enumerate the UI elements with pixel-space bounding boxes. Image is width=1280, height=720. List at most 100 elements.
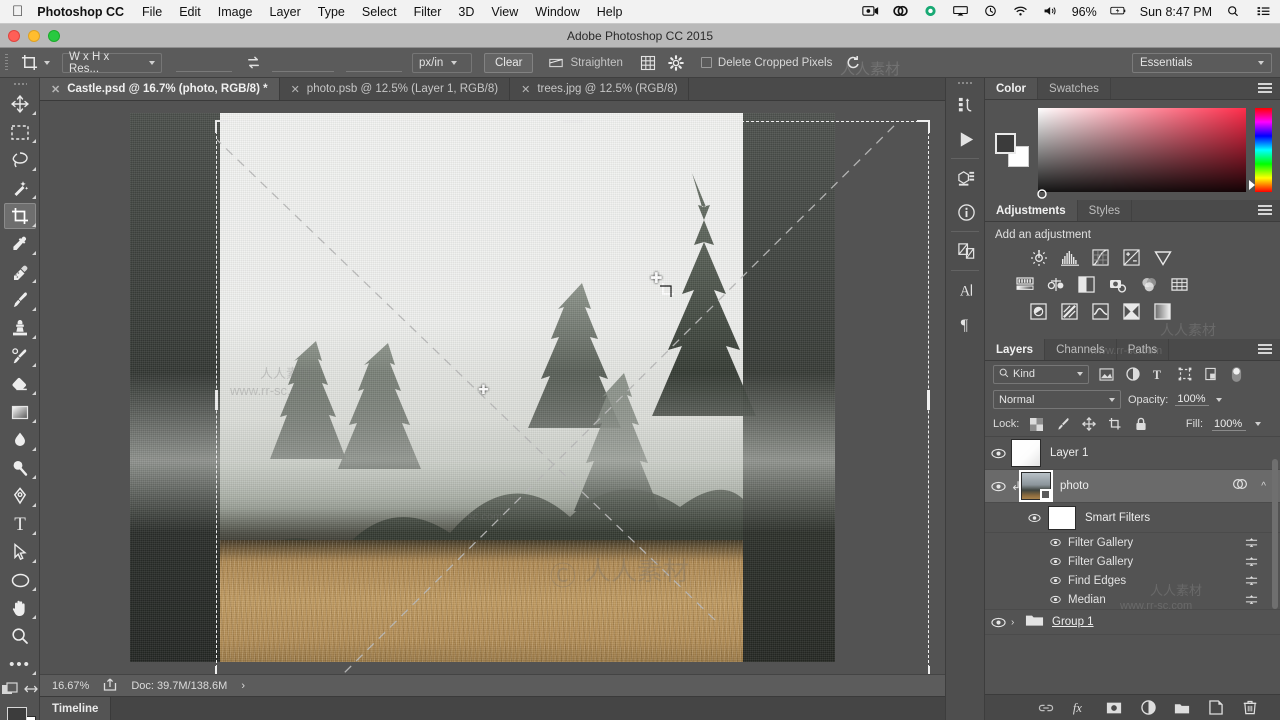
filter-visibility-icon[interactable]: [1047, 557, 1063, 566]
filter-type-icon[interactable]: T: [1150, 366, 1167, 383]
layer-visibility-icon[interactable]: [985, 617, 1011, 628]
color-balance-icon[interactable]: [1046, 275, 1065, 294]
layer-visibility-icon[interactable]: [985, 481, 1011, 492]
table-row[interactable]: Smart Filters: [985, 503, 1280, 533]
crop-handle-bottom-right[interactable]: [917, 666, 930, 674]
wifi-icon[interactable]: [1012, 5, 1029, 19]
chevron-down-icon[interactable]: [1255, 422, 1261, 426]
actions-panel-icon[interactable]: [946, 122, 986, 156]
eraser-tool[interactable]: [0, 370, 40, 398]
crop-tool[interactable]: [0, 202, 40, 230]
menu-window[interactable]: Window: [535, 5, 579, 19]
layer-name[interactable]: Layer 1: [1050, 447, 1088, 459]
filter-blending-options-icon[interactable]: [1245, 537, 1258, 549]
new-fill-adjustment-button[interactable]: [1140, 700, 1156, 716]
options-bar-grip[interactable]: [0, 48, 12, 78]
straighten-label[interactable]: Straighten: [570, 57, 622, 69]
menu-file[interactable]: File: [142, 5, 162, 19]
brush-tool[interactable]: [0, 286, 40, 314]
lock-position-icon[interactable]: [1080, 416, 1097, 433]
filter-pixel-icon[interactable]: [1098, 366, 1115, 383]
menu-filter[interactable]: Filter: [414, 5, 442, 19]
tool-flyout-indicator[interactable]: [32, 447, 36, 451]
search-icon[interactable]: [1225, 5, 1242, 19]
crop-handle-top-right[interactable]: [917, 120, 930, 133]
layer-thumbnail[interactable]: [1011, 439, 1041, 467]
panel-menu-icon[interactable]: [1258, 83, 1272, 95]
hand-tool[interactable]: [0, 594, 40, 622]
tool-flyout-indicator[interactable]: [32, 615, 36, 619]
color-ramp[interactable]: [1037, 108, 1246, 199]
apple-icon[interactable]: : [12, 4, 23, 19]
filter-adjustment-icon[interactable]: [1124, 366, 1141, 383]
layer-filter-kind-select[interactable]: Kind: [993, 364, 1089, 384]
maximize-button[interactable]: [48, 30, 60, 42]
quick-mask-icon[interactable]: [1, 681, 19, 701]
straighten-icon[interactable]: [547, 54, 565, 72]
layer-visibility-icon[interactable]: [985, 448, 1011, 459]
quick-selection-tool[interactable]: [0, 174, 40, 202]
layer-style-button[interactable]: fx: [1072, 700, 1088, 716]
volume-icon[interactable]: [1042, 5, 1059, 19]
dodge-tool[interactable]: [0, 454, 40, 482]
ellipse-tool[interactable]: [0, 566, 40, 594]
filter-visibility-icon[interactable]: [1047, 538, 1063, 547]
tool-flyout-indicator[interactable]: [32, 111, 36, 115]
foreground-background-colors[interactable]: [0, 704, 40, 720]
app-name-menu[interactable]: Photoshop CC: [37, 5, 124, 19]
type-tool[interactable]: T: [0, 510, 40, 538]
libraries-panel-icon[interactable]: [946, 234, 986, 268]
delete-layer-button[interactable]: [1242, 700, 1258, 716]
tool-flyout-indicator[interactable]: [32, 195, 36, 199]
close-icon[interactable]: ✕: [521, 83, 530, 96]
tool-flyout-indicator[interactable]: [32, 587, 36, 591]
exposure-icon[interactable]: [1122, 248, 1141, 267]
gradient-tool[interactable]: [0, 398, 40, 426]
eyedropper-tool[interactable]: [0, 230, 40, 258]
window-controls[interactable]: [8, 30, 60, 42]
tool-flyout-indicator[interactable]: [32, 671, 36, 675]
hue-bar[interactable]: [1249, 108, 1272, 192]
tab-styles[interactable]: Styles: [1078, 200, 1132, 221]
lock-image-icon[interactable]: [1054, 416, 1071, 433]
layer-visibility-icon[interactable]: [1026, 513, 1042, 523]
photo-filter-icon[interactable]: [1108, 275, 1127, 294]
selective-color-icon[interactable]: [1122, 302, 1141, 321]
lasso-tool[interactable]: [0, 146, 40, 174]
swap-dimensions-icon[interactable]: [244, 54, 262, 72]
posterize-icon[interactable]: [1060, 302, 1079, 321]
crop-handle-top[interactable]: [562, 120, 583, 123]
gradient-map-icon[interactable]: [1153, 302, 1172, 321]
filter-visibility-icon[interactable]: [1047, 576, 1063, 585]
layers-scrollbar[interactable]: [1272, 459, 1278, 609]
rectangular-marquee-tool[interactable]: [0, 118, 40, 146]
panel-menu-icon[interactable]: [1258, 205, 1272, 217]
tool-flyout-indicator[interactable]: [32, 335, 36, 339]
threshold-icon[interactable]: [1091, 302, 1110, 321]
tab-adjustments[interactable]: Adjustments: [985, 200, 1078, 221]
group-expand-chevron-icon[interactable]: ›: [1011, 617, 1023, 628]
layer-name[interactable]: Smart Filters: [1085, 512, 1150, 524]
airplay-icon[interactable]: [952, 5, 969, 19]
menu-select[interactable]: Select: [362, 5, 397, 19]
curves-icon[interactable]: [1091, 248, 1110, 267]
screen-mode-icon[interactable]: [23, 682, 39, 700]
move-tool[interactable]: [0, 90, 40, 118]
screen-record-icon[interactable]: [862, 5, 879, 19]
document-artboard[interactable]: 人人素材 www.rr-sc.com www.rr-sc.com ✚ ✚: [130, 113, 930, 674]
filter-blending-options-icon[interactable]: [1245, 556, 1258, 568]
filter-name[interactable]: Filter Gallery: [1068, 556, 1133, 568]
menu-3d[interactable]: 3D: [458, 5, 474, 19]
crop-selection-overlay[interactable]: [215, 120, 930, 674]
list-item[interactable]: Filter Gallery: [985, 533, 1280, 552]
filter-visibility-icon[interactable]: [1047, 595, 1063, 604]
tool-flyout-indicator[interactable]: [32, 531, 36, 535]
tool-flyout-indicator[interactable]: [32, 363, 36, 367]
tab-paths[interactable]: Paths: [1117, 339, 1170, 360]
channel-mixer-icon[interactable]: [1139, 275, 1158, 294]
blend-mode-select[interactable]: Normal: [993, 390, 1121, 409]
share-icon[interactable]: [103, 678, 117, 694]
invert-icon[interactable]: [1029, 302, 1048, 321]
history-brush-tool[interactable]: [0, 342, 40, 370]
layer-mask-button[interactable]: [1106, 700, 1122, 716]
